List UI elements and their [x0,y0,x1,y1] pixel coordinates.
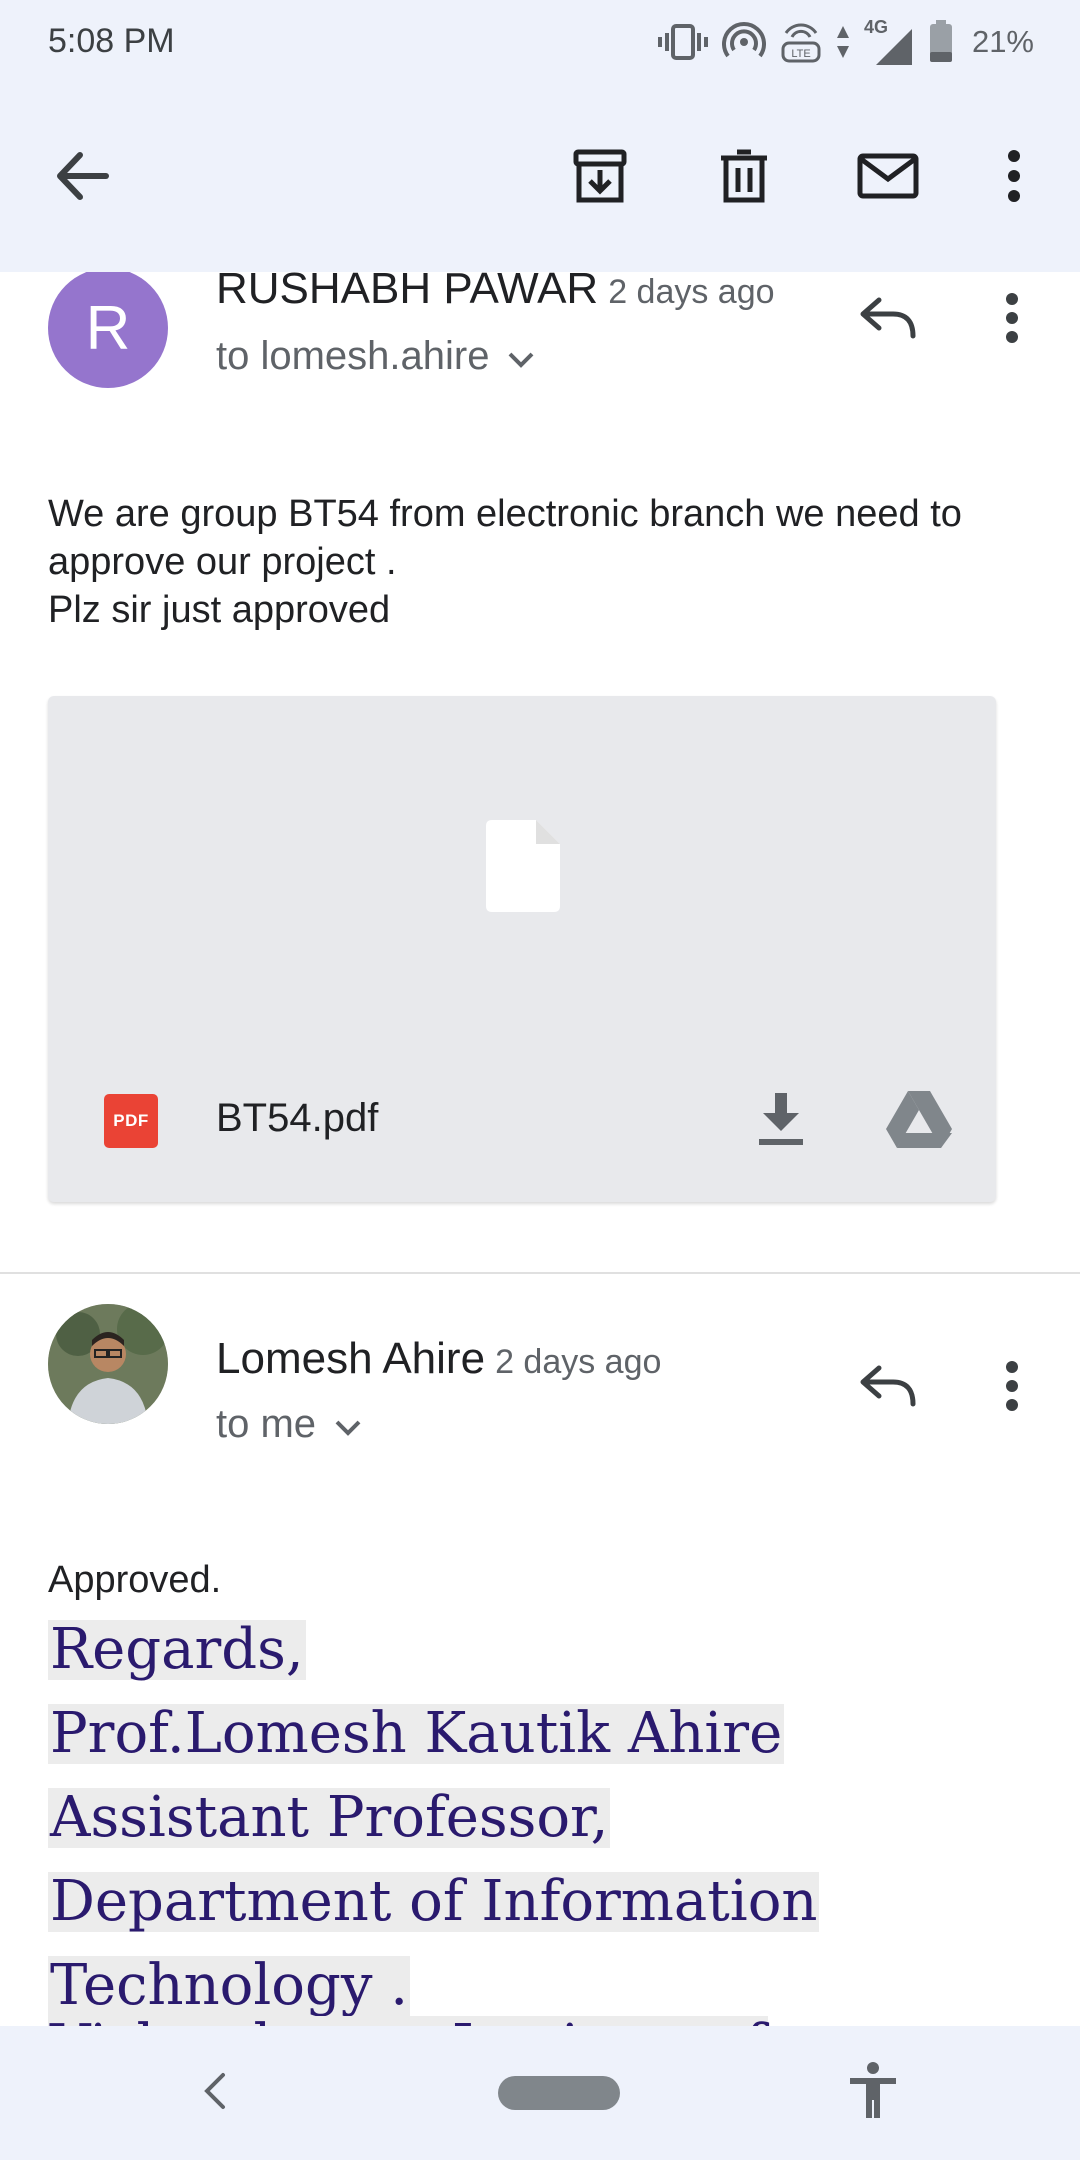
drive-icon [886,1090,952,1154]
mark-unread-icon [857,153,919,204]
signature-line: Department of Information [48,1869,820,1934]
status-bar: 5:08 PM LTE 4G 21% [0,0,1080,84]
download-icon [759,1092,803,1152]
more-vert-icon [1007,149,1021,207]
message-rushabh: R RUSHABH PAWAR 2 days ago to lomesh.ahir… [0,272,1080,1272]
message-thread[interactable]: R RUSHABH PAWAR 2 days ago to lomesh.ahir… [0,272,1080,2026]
archive-button[interactable] [552,130,648,226]
file-icon [486,820,560,917]
pdf-icon: PDF [104,1094,158,1148]
avatar-letter: R [85,293,131,363]
chevron-down-icon [334,1402,362,1447]
message-time: 2 days ago [608,273,775,311]
avatar-photo-icon [48,1304,168,1424]
attachment-card[interactable]: PDF BT54.pdf [48,696,996,1202]
volte-icon: LTE [780,19,822,65]
body-line: approve our project . [48,541,397,583]
chevron-down-icon [507,334,535,379]
data-arrows-icon [836,22,850,62]
avatar[interactable] [48,1304,168,1424]
back-button[interactable] [34,130,130,226]
signature-line: Vishwakarma Institute of [48,2016,768,2026]
download-button[interactable] [736,1080,826,1164]
mark-unread-button[interactable] [840,130,936,226]
accessibility-icon [848,2061,898,2125]
nav-back-button[interactable] [180,2058,250,2128]
reply-icon [859,1364,917,1413]
nav-back-icon [203,2072,227,2115]
back-arrow-icon [54,151,110,206]
message-more-button[interactable] [980,272,1044,368]
more-vert-icon [1005,1360,1019,1416]
sender-line: RUSHABH PAWAR 2 days ago [216,272,775,314]
message-time: 2 days ago [495,1343,662,1381]
message-more-button[interactable] [980,1340,1044,1436]
vibrate-icon [657,22,708,62]
delete-icon [719,148,769,209]
status-icons: LTE 4G 21% [657,14,1034,70]
signature-line: Assistant Professor, [48,1785,611,1850]
more-vert-icon [1005,292,1019,348]
message-body: We are group BT54 from electronic branch… [48,490,1048,634]
recipient-details[interactable]: to me [216,1402,362,1447]
reply-icon [859,296,917,345]
delete-button[interactable] [696,130,792,226]
sender-name: RUSHABH PAWAR [216,272,599,313]
recipient-text: to lomesh.ahire [216,334,490,378]
message-body: Approved. [48,1559,222,1601]
reply-button[interactable] [840,1340,936,1436]
body-line: Plz sir just approved [48,589,391,631]
hotspot-icon [722,20,766,64]
home-pill-button[interactable] [498,2076,620,2110]
signature-line: Regards, [48,1617,306,1682]
toolbar [0,84,1080,272]
attachment-filename: BT54.pdf [216,1096,379,1140]
avatar[interactable]: R [48,272,168,388]
lte-label: LTE [791,48,810,60]
body-line: We are group BT54 from electronic branch… [48,493,962,535]
recipient-text: to me [216,1402,317,1446]
battery-icon [928,20,954,64]
message-lomesh: Lomesh Ahire 2 days ago to me Approved. R… [0,1274,1080,2026]
save-to-drive-button[interactable] [874,1080,964,1164]
file-type-label: PDF [113,1111,149,1130]
sender-line: Lomesh Ahire 2 days ago [216,1334,661,1384]
reply-button[interactable] [840,272,936,368]
status-time: 5:08 PM [48,22,175,60]
signature-line: Prof.Lomesh Kautik Ahire [48,1701,785,1766]
signature-line: Technology . [48,1953,411,2018]
recipient-details[interactable]: to lomesh.ahire [216,334,535,379]
navigation-bar [0,2026,1080,2160]
sender-name: Lomesh Ahire [216,1334,486,1383]
signal-icon: 4G [864,17,914,67]
accessibility-button[interactable] [838,2056,908,2130]
archive-icon [572,148,628,209]
toolbar-more-button[interactable] [966,130,1062,226]
battery-percent: 21% [971,24,1034,59]
